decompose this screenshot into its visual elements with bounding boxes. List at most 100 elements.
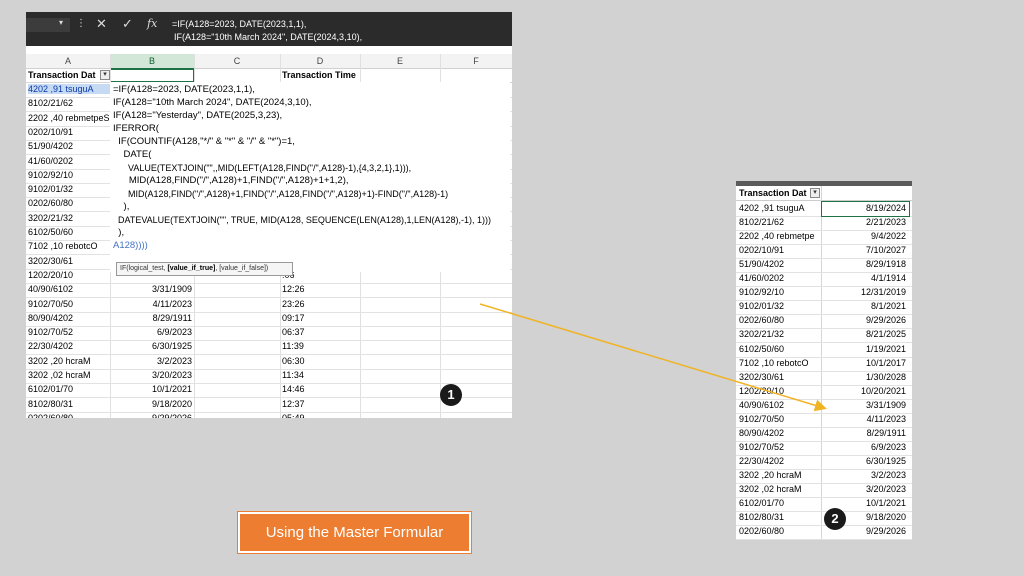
cell-converted-date[interactable]: 9/18/2020	[110, 399, 192, 409]
cell-converted-date[interactable]: 6/30/1925	[822, 456, 906, 466]
formula-text-line-2[interactable]: IF(A128="10th March 2024", DATE(2024,3,1…	[174, 32, 362, 42]
cell-converted-date[interactable]: 3/31/1909	[110, 284, 192, 294]
cell-transaction-date[interactable]: 8102/21/62	[28, 98, 110, 108]
cell-converted-date[interactable]: 6/30/1925	[110, 341, 192, 351]
cell-transaction-date[interactable]: 3202 ,20 hcraM	[28, 356, 110, 366]
cell-converted-date[interactable]: 6/9/2023	[110, 327, 192, 337]
cell-transaction-date[interactable]: 0202/60/80	[739, 315, 821, 325]
cell-transaction-date[interactable]: 3202/30/61	[28, 256, 110, 266]
active-cell-b[interactable]	[110, 68, 194, 82]
cell-transaction-date[interactable]: 8102/80/31	[28, 399, 110, 409]
cell-transaction-date[interactable]: 6102/01/70	[28, 384, 110, 394]
cell-transaction-date[interactable]: 0202/60/80	[739, 526, 821, 536]
cell-transaction-date[interactable]: 8102/21/62	[739, 217, 821, 227]
cell-transaction-date[interactable]: 0202/10/91	[28, 127, 110, 137]
insert-function-icon[interactable]: fx	[147, 17, 157, 30]
cell-transaction-time[interactable]: 11:39	[282, 341, 352, 351]
cell-converted-date[interactable]: 4/1/1914	[822, 273, 906, 283]
function-tooltip[interactable]: IF(logical_test, [value_if_true], [value…	[116, 262, 293, 276]
cancel-icon[interactable]: ✕	[96, 16, 107, 32]
cell-transaction-date[interactable]: 9102/01/32	[739, 301, 821, 311]
cell-converted-date[interactable]: 3/31/1909	[822, 400, 906, 410]
cell-transaction-date[interactable]: 9102/70/50	[739, 414, 821, 424]
cell-transaction-date[interactable]: 9102/70/52	[28, 327, 110, 337]
cell-converted-date[interactable]: 9/29/2026	[822, 315, 906, 325]
cell-transaction-date[interactable]: 3202/21/32	[739, 329, 821, 339]
cell-transaction-date[interactable]: 6102/01/70	[739, 498, 821, 508]
table-row[interactable]: 0202/60/80 9/29/2026	[736, 524, 912, 540]
cell-transaction-time[interactable]: 23:26	[282, 299, 352, 309]
cell-transaction-date[interactable]: 51/90/4202	[28, 141, 110, 151]
cell-transaction-time[interactable]: 14:46	[282, 384, 352, 394]
cell-converted-date[interactable]: 8/29/1911	[110, 313, 192, 323]
cell-transaction-date[interactable]: 2202 ,40 rebmetpe	[739, 231, 821, 241]
formula-text-line-1[interactable]: =IF(A128=2023, DATE(2023,1,1),	[172, 19, 306, 29]
cell-transaction-date[interactable]: 9102/70/52	[739, 442, 821, 452]
table-row[interactable]: 3202 ,20 hcraM 3/2/2023 06:30	[26, 355, 512, 370]
cell-transaction-date[interactable]: 7102 ,10 rebotcO	[28, 241, 110, 251]
cell-transaction-date[interactable]: 9102/70/50	[28, 299, 110, 309]
cell-transaction-time[interactable]: 06:30	[282, 356, 352, 366]
cell-converted-date[interactable]: 3/20/2023	[822, 484, 906, 494]
cell-transaction-date[interactable]: 3202/30/61	[739, 372, 821, 382]
cell-transaction-date[interactable]: 40/90/6102	[739, 400, 821, 410]
cell-converted-date[interactable]: 9/29/2026	[110, 413, 192, 418]
cell-transaction-date[interactable]: 51/90/4202	[739, 259, 821, 269]
more-options-icon[interactable]: ⋮	[76, 18, 86, 29]
name-box[interactable]	[26, 18, 70, 32]
cell-transaction-date[interactable]: 3202/21/32	[28, 213, 110, 223]
cell-converted-date[interactable]: 9/4/2022	[822, 231, 906, 241]
cell-converted-date[interactable]: 8/29/1911	[822, 428, 906, 438]
cell-transaction-time[interactable]: 06:37	[282, 327, 352, 337]
cell-transaction-date[interactable]: 9102/92/10	[28, 170, 110, 180]
in-cell-formula-editor[interactable]: =IF(A128=2023, DATE(2023,1,1), IF(A128="…	[110, 82, 510, 272]
cell-transaction-date[interactable]: 80/90/4202	[739, 428, 821, 438]
checkmark-icon[interactable]: ✓	[122, 16, 133, 32]
cell-transaction-date[interactable]: 0202/10/91	[739, 245, 821, 255]
cell-converted-date[interactable]: 10/20/2021	[822, 386, 906, 396]
column-header-f[interactable]: F	[440, 54, 512, 68]
cell-transaction-date[interactable]: 9102/01/32	[28, 184, 110, 194]
cell-converted-date[interactable]: 6/9/2023	[822, 442, 906, 452]
chevron-down-icon[interactable]: ▾	[59, 18, 63, 27]
cell-transaction-date[interactable]: 3202 ,02 hcraM	[28, 370, 110, 380]
filter-icon[interactable]: ▾	[100, 70, 110, 80]
cell-transaction-date[interactable]: 1202/20/10	[739, 386, 821, 396]
table-row[interactable]: 9102/70/50 4/11/2023 23:26	[26, 298, 512, 313]
cell-transaction-date[interactable]: 80/90/4202	[28, 313, 110, 323]
table-row[interactable]: 0202/60/80 9/29/2026 05:49	[26, 412, 512, 418]
cell-transaction-date[interactable]: 7102 ,10 rebotcO	[739, 358, 821, 368]
cell-transaction-date[interactable]: 41/60/0202	[28, 156, 110, 166]
cell-converted-date[interactable]: 8/29/1918	[822, 259, 906, 269]
cell-transaction-date[interactable]: 22/30/4202	[28, 341, 110, 351]
column-header-e[interactable]: E	[360, 54, 441, 68]
cell-transaction-date[interactable]: 3202 ,02 hcraM	[739, 484, 821, 494]
cell-converted-date[interactable]: 3/20/2023	[110, 370, 192, 380]
filter-icon[interactable]: ▾	[810, 188, 820, 198]
column-header-a[interactable]: A	[26, 54, 111, 68]
header-transaction-time[interactable]: Transaction Time	[282, 68, 360, 82]
cell-transaction-date[interactable]: 40/90/6102	[28, 284, 110, 294]
cell-converted-date[interactable]: 1/30/2028	[822, 372, 906, 382]
cell-converted-date[interactable]: 7/10/2027	[822, 245, 906, 255]
cell-converted-date[interactable]: 2/21/2023	[822, 217, 906, 227]
cell-transaction-date[interactable]: 1202/20/10	[28, 270, 110, 280]
cell-transaction-date[interactable]: 4202 ,91 tsuguA	[739, 203, 821, 213]
cell-transaction-time[interactable]: 12:26	[282, 284, 352, 294]
cell-converted-date[interactable]: 3/2/2023	[822, 470, 906, 480]
cell-converted-date[interactable]: 10/1/2021	[822, 498, 906, 508]
cell-converted-date[interactable]: 3/2/2023	[110, 356, 192, 366]
cell-transaction-date[interactable]: 0202/60/80	[28, 198, 110, 208]
cell-converted-date[interactable]: 10/1/2021	[110, 384, 192, 394]
cell-transaction-date[interactable]: 9102/92/10	[739, 287, 821, 297]
cell-converted-date[interactable]: 10/1/2017	[822, 358, 906, 368]
cell-transaction-time[interactable]: 12:37	[282, 399, 352, 409]
cell-converted-date[interactable]: 8/1/2021	[822, 301, 906, 311]
cell-transaction-date[interactable]: 3202 ,20 hcraM	[739, 470, 821, 480]
cell-converted-date[interactable]: 4/11/2023	[822, 414, 906, 424]
cell-converted-date[interactable]: 12/31/2019	[822, 287, 906, 297]
active-cell[interactable]	[821, 201, 910, 217]
cell-transaction-time[interactable]: 05:49	[282, 413, 352, 418]
cell-transaction-date[interactable]: 22/30/4202	[739, 456, 821, 466]
cell-transaction-time[interactable]: 09:17	[282, 313, 352, 323]
